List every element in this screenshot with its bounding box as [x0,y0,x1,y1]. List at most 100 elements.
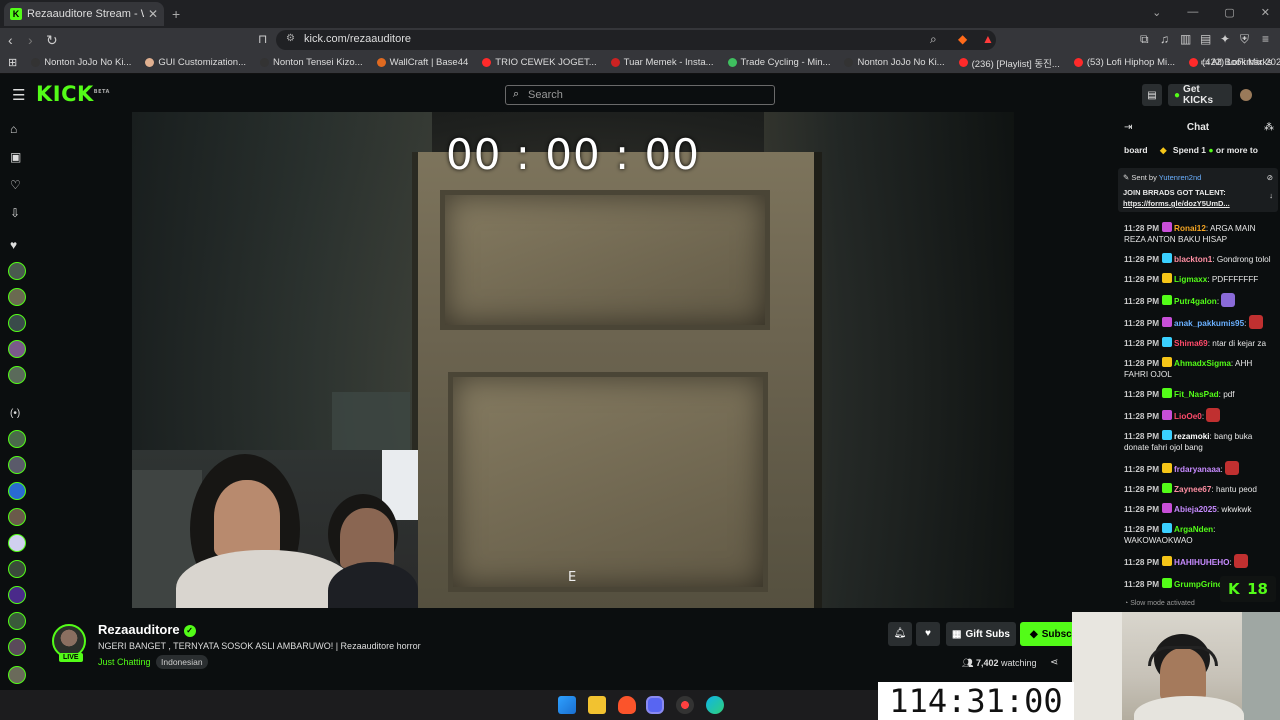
chat-users-icon[interactable]: ⁂ [1264,122,1274,133]
recommended-channel-avatar[interactable] [8,560,26,578]
maximize-icon[interactable]: ▢ [1224,6,1234,19]
file-explorer-icon[interactable] [588,696,606,714]
discord-icon[interactable] [646,696,664,714]
message-username[interactable]: blackton1 [1174,255,1212,264]
new-tab-icon[interactable]: + [172,6,180,22]
recommended-icon: (•) [10,408,21,419]
recommended-channel-avatar[interactable] [8,508,26,526]
recommended-channel-avatar[interactable] [8,430,26,448]
search-input[interactable]: ⌕ Search [505,85,775,105]
recommended-channel-avatar[interactable] [8,534,26,552]
follow-heart-icon[interactable]: ♥ [916,622,940,646]
video-player[interactable]: 00 : 00 : 00 E [132,112,1014,608]
creator-dashboard-icon[interactable]: ⇩ [10,206,20,220]
channel-name[interactable]: Rezaauditore ✓ [98,622,196,637]
vpn-icon[interactable]: ⛨ [1240,32,1249,47]
message-username[interactable]: frdaryanaaa [1174,465,1220,474]
wallet-icon[interactable]: ▤ [1200,32,1211,46]
get-kicks-button[interactable]: ● Get KICKs [1168,84,1232,106]
extensions-icon[interactable]: ⧉ [1140,32,1149,47]
media-icon[interactable]: ♫ [1160,32,1169,46]
message-username[interactable]: Abieja2025 [1174,505,1217,514]
expand-pinned-icon[interactable]: ↓ [1269,190,1273,201]
language-tag[interactable]: Indonesian [156,655,208,669]
message-username[interactable]: Ronai12 [1174,224,1206,233]
close-tab-icon[interactable]: ✕ [148,7,158,21]
sidebar-icon[interactable]: ▥ [1180,32,1191,46]
recommended-channel-avatar[interactable] [8,482,26,500]
message-username[interactable]: AhmadxSigma [1174,359,1231,368]
gift-subs-button[interactable]: ▦ Gift Subs [946,622,1016,646]
message-time: 11:28 PM [1124,297,1160,306]
obs-icon[interactable] [676,696,694,714]
zoom-icon[interactable]: ⌕ [930,32,937,47]
all-bookmarks[interactable]: ▭ All Bookmarks [1200,57,1272,68]
bookmark-item[interactable]: GUI Customization... [145,56,246,70]
site-info-icon[interactable]: ⚙ [286,33,295,44]
followed-channel-avatar[interactable] [8,366,26,384]
bookmark-item[interactable]: Tuar Memek - Insta... [610,56,714,70]
bookmark-item[interactable]: WallCraft | Base44 [376,56,468,70]
back-icon[interactable]: ‹ [8,32,13,48]
recommended-channel-avatar[interactable] [8,638,26,656]
recommended-channel-avatar[interactable] [8,586,26,604]
message-username[interactable]: LioOe0 [1174,412,1202,421]
menu-icon[interactable]: ≡ [1262,32,1269,46]
unpin-icon[interactable]: ⊘ [1267,172,1273,183]
message-username[interactable]: Putr4galon [1174,297,1217,306]
followed-channel-avatar[interactable] [8,262,26,280]
followed-channel-avatar[interactable] [8,340,26,358]
message-username[interactable]: ArgaNden [1174,525,1213,534]
apps-grid-icon[interactable]: ⊞ [8,56,17,69]
bookmark-item[interactable]: TRIO CEWEK JOGET... [482,56,597,70]
leaderboard-bar[interactable]: board ◆ Spend 1 ● or more to [1124,145,1280,156]
browser-tab-active[interactable]: K Rezaauditore Stream - Watch ✕ [4,2,164,26]
forward-icon[interactable]: › [28,32,33,48]
recommended-channel-avatar[interactable] [8,666,26,684]
tab-search-icon[interactable]: ⌄ [1152,6,1161,19]
kick-logo[interactable]: KICKBETA [36,82,110,106]
bookmark-item[interactable]: Nonton Tensei Kizo... [260,56,363,70]
brave-shield-icon[interactable]: ◆ [958,32,967,46]
message-username[interactable]: rezamoki [1174,432,1210,441]
pinned-message[interactable]: ✎ Sent by Yutenren2nd JOIN BRRADS GOT TA… [1118,168,1278,212]
brave-rewards-icon[interactable]: ▲ [982,32,994,46]
leo-ai-icon[interactable]: ✦ [1220,32,1230,46]
message-username[interactable]: anak_pakkumis95 [1174,319,1244,328]
brave-browser-icon[interactable] [618,696,636,714]
overlay-countdown-clock: 114:31:00 [878,682,1074,720]
browse-icon[interactable]: ▣ [10,150,21,164]
bookmark-item[interactable]: (236) [Playlist] 동진... [958,56,1060,70]
hamburger-menu-icon[interactable]: ☰ [12,86,25,104]
message-username[interactable]: HAHIHUHEHO [1174,558,1230,567]
reload-icon[interactable]: ↻ [46,32,58,49]
bookmark-item[interactable]: Nonton JoJo No Ki... [31,56,131,70]
address-bar[interactable]: ⚙ kick.com/rezaauditore [276,30,996,50]
message-username[interactable]: Fit_NasPad [1174,390,1219,399]
guest-shirt [328,562,418,608]
followed-channel-avatar[interactable] [8,288,26,306]
message-username[interactable]: Zaynee67 [1174,485,1211,494]
close-window-icon[interactable]: ✕ [1261,6,1270,19]
bookmark-item[interactable]: Trade Cycling - Min... [727,56,830,70]
windows-start-icon[interactable] [558,696,576,714]
subscriber-badge-icon [1162,273,1173,283]
user-avatar[interactable] [1240,89,1252,101]
bookmark-icon[interactable]: ⊓ [258,32,267,46]
minimize-icon[interactable]: — [1187,6,1198,19]
recommended-channel-avatar[interactable] [8,456,26,474]
bookmark-item[interactable]: (53) Lofi Hiphop Mi... [1073,56,1175,70]
bookmark-item[interactable]: Nonton JoJo No Ki... [844,56,945,70]
followed-channel-avatar[interactable] [8,314,26,332]
message-username[interactable]: Shima69 [1174,339,1208,348]
share-icon[interactable]: ⋖ [1050,657,1058,668]
notification-bell-icon[interactable]: 🔔︎ [888,622,912,646]
theater-mode-button[interactable]: ▤ [1142,84,1162,106]
recommended-channel-avatar[interactable] [8,612,26,630]
pinned-link[interactable]: https://forms.gle/dozY5UmD... [1123,198,1273,209]
category-link[interactable]: Just Chatting [98,657,151,667]
home-icon[interactable]: ⌂ [10,122,17,136]
edge-icon[interactable] [706,696,724,714]
message-username[interactable]: Ligmaxx [1174,275,1207,284]
following-icon[interactable]: ♡ [10,178,21,192]
